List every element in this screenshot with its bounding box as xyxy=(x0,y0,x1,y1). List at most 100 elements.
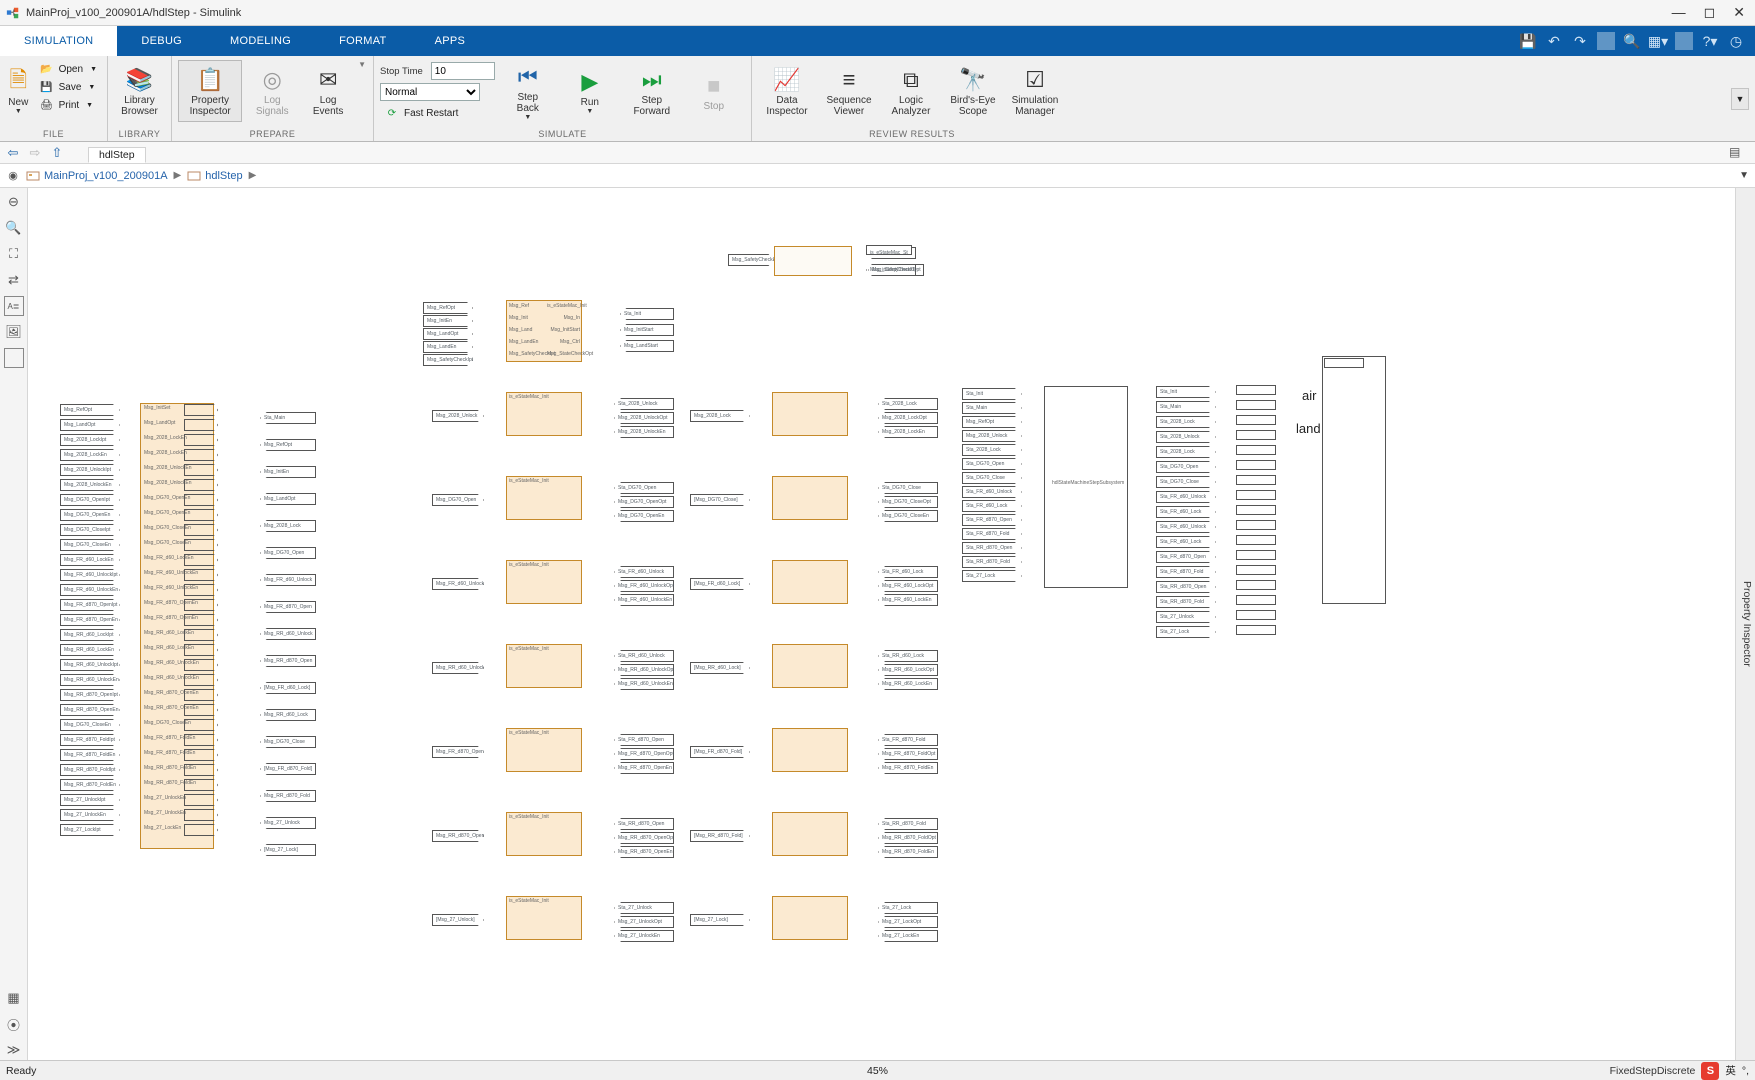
port[interactable]: Sta_RR_d870_Open xyxy=(614,818,674,830)
port[interactable]: Msg_SafetyCheckIpt xyxy=(423,354,473,366)
record-icon[interactable]: ⦿ xyxy=(4,1014,24,1034)
search-icon[interactable]: 🔍 xyxy=(1623,32,1641,50)
port[interactable]: Sta_RR_d870_Open xyxy=(1156,581,1216,593)
open-button[interactable]: 📂Open▼ xyxy=(35,60,101,78)
display-block[interactable] xyxy=(1236,565,1276,575)
port[interactable]: Msg_RR_d60_LockEn xyxy=(60,644,120,656)
port[interactable] xyxy=(184,539,218,551)
step-back-button[interactable]: ⏮ Step Back ▼ xyxy=(499,60,557,122)
close-button[interactable]: ✕ xyxy=(1733,4,1745,21)
port[interactable]: Msg_27_LockOpt xyxy=(878,916,938,928)
stop-time-input[interactable] xyxy=(431,62,495,80)
port[interactable] xyxy=(184,599,218,611)
toolstrip-options-icon[interactable]: ▦▾ xyxy=(1649,32,1667,50)
step-forward-button[interactable]: ⏭ Step Forward xyxy=(623,60,681,122)
port[interactable]: Sta_27_Lock xyxy=(962,570,1022,582)
port[interactable]: Sta_DG70_Close xyxy=(878,482,938,494)
display-block[interactable] xyxy=(1236,535,1276,545)
port[interactable]: Msg_DG70_Open xyxy=(260,547,316,559)
port[interactable]: Msg_FR_d870_OpenOpt xyxy=(614,748,674,760)
display-block[interactable] xyxy=(1236,550,1276,560)
port[interactable]: Sta_FR_d60_Lock xyxy=(878,566,938,578)
port[interactable]: Msg_RR_d870_OpenOpt xyxy=(614,832,674,844)
display-block[interactable] xyxy=(1236,625,1276,635)
display-block[interactable] xyxy=(1236,400,1276,410)
logic-analyzer-button[interactable]: ⧉Logic Analyzer xyxy=(882,60,940,122)
port[interactable]: [Msg_RR_d870_Fold] xyxy=(690,830,750,842)
port[interactable]: Sta_Main xyxy=(962,402,1022,414)
sequence-viewer-button[interactable]: ≡Sequence Viewer xyxy=(820,60,878,122)
port[interactable]: Sta_FR_d870_Fold xyxy=(1156,566,1216,578)
port[interactable]: [Msg_27_Lock] xyxy=(260,844,316,856)
breadcrumb-current[interactable]: hdlStep xyxy=(187,169,242,183)
forward-button[interactable]: ⇨ xyxy=(26,144,44,162)
port[interactable]: Sta_DG70_Open xyxy=(614,482,674,494)
port[interactable]: Msg_27_UnlockEn xyxy=(614,930,674,942)
display-block[interactable] xyxy=(1324,358,1364,368)
ime-s-icon[interactable]: S xyxy=(1701,1062,1719,1080)
port[interactable]: Sta_Init xyxy=(1156,386,1216,398)
port[interactable]: Sta_2028_Unlock xyxy=(1156,431,1216,443)
port[interactable]: Sta_27_Lock xyxy=(1156,626,1216,638)
port[interactable]: [Msg_RR_d60_Lock] xyxy=(690,662,750,674)
port[interactable]: Sta_FR_d60_Unlock xyxy=(614,566,674,578)
port[interactable] xyxy=(184,479,218,491)
port[interactable]: Msg_RR_d60_UnlockIpt xyxy=(60,659,120,671)
port[interactable]: Msg_DG70_Open xyxy=(432,494,484,506)
port[interactable]: Sta_FR_d870_Open xyxy=(614,734,674,746)
display-block[interactable] xyxy=(1236,580,1276,590)
port[interactable] xyxy=(184,464,218,476)
port[interactable] xyxy=(184,764,218,776)
port[interactable]: Sta_FR_d60_Unlock xyxy=(1156,521,1216,533)
port[interactable]: Sta_DG70_Close xyxy=(1156,476,1216,488)
model-data-editor-icon[interactable]: ▦ xyxy=(4,988,24,1008)
display-block[interactable] xyxy=(1236,505,1276,515)
port[interactable]: Msg_LandEn xyxy=(423,341,473,353)
port[interactable] xyxy=(184,689,218,701)
port[interactable]: Sta_FR_d60_Lock xyxy=(1156,536,1216,548)
port[interactable] xyxy=(184,404,218,416)
port[interactable]: Msg_FR_d60_LockEn xyxy=(60,554,120,566)
port[interactable] xyxy=(184,524,218,536)
port[interactable] xyxy=(184,719,218,731)
port[interactable]: Msg_RR_d870_FoldEn xyxy=(878,846,938,858)
port[interactable]: Msg_RR_d60_Unlock xyxy=(260,628,316,640)
subsystem-block[interactable] xyxy=(772,812,848,856)
display-block[interactable] xyxy=(1236,595,1276,605)
port[interactable]: Sta_RR_d870_Fold xyxy=(962,556,1022,568)
port[interactable]: Msg_27_UnlockOpt xyxy=(614,916,674,928)
annotation-icon[interactable]: A≣ xyxy=(4,296,24,316)
port[interactable] xyxy=(184,509,218,521)
port[interactable]: Msg_RR_d870_OpenEn xyxy=(614,846,674,858)
port[interactable]: Msg_RR_d870_OpenIpt xyxy=(60,689,120,701)
port[interactable]: Msg_LandStart xyxy=(620,340,674,352)
ime-punct[interactable]: °, xyxy=(1742,1065,1749,1077)
port[interactable]: Sta_FR_d60_Unlock xyxy=(1156,491,1216,503)
birds-eye-scope-button[interactable]: 🔭Bird's-Eye Scope xyxy=(944,60,1002,122)
port[interactable] xyxy=(184,629,218,641)
port[interactable]: Msg_RR_d870_Open xyxy=(432,830,484,842)
port[interactable]: Msg_2028_UnlockEn xyxy=(614,426,674,438)
annotation[interactable]: air xyxy=(1302,388,1316,403)
display-block[interactable] xyxy=(1236,520,1276,530)
port[interactable]: Msg_2028_UnlockOpt xyxy=(614,412,674,424)
port[interactable]: Msg_LandOpt xyxy=(60,419,120,431)
display-block[interactable] xyxy=(1236,385,1276,395)
port[interactable]: Msg_DG70_CloseEn xyxy=(60,539,120,551)
ribbon-dropdown-icon[interactable]: ▼ xyxy=(1731,88,1749,110)
model-browser-icon[interactable]: ▤ xyxy=(1729,145,1751,161)
property-inspector-sidebar[interactable]: Property Inspector xyxy=(1735,188,1755,1060)
port[interactable]: Msg_InitStart xyxy=(620,324,674,336)
port[interactable] xyxy=(184,734,218,746)
port[interactable]: Msg_FR_d870_FoldEn xyxy=(60,749,120,761)
port[interactable]: Msg_2028_LockEn xyxy=(878,426,938,438)
port[interactable]: Sta_FR_d60_Lock xyxy=(1156,506,1216,518)
port[interactable]: [Msg_FR_d870_Fold] xyxy=(690,746,750,758)
port[interactable]: Sta_2028_Lock xyxy=(878,398,938,410)
port[interactable]: Msg_RR_d60_LockOpt xyxy=(878,664,938,676)
port[interactable]: Sta_27_Lock xyxy=(878,902,938,914)
port[interactable] xyxy=(184,449,218,461)
simulation-manager-button[interactable]: ☑Simulation Manager xyxy=(1006,60,1064,122)
port[interactable]: [Msg_FR_d60_Lock] xyxy=(260,682,316,694)
port[interactable]: Sta_RR_d870_Fold xyxy=(878,818,938,830)
